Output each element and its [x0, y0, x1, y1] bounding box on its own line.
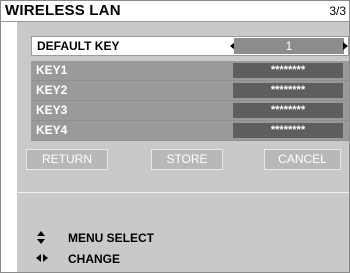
help-menu-select-text: MENU SELECT [68, 231, 155, 245]
key1-row[interactable]: KEY1 ******** [31, 61, 349, 81]
up-down-arrow-icon [36, 231, 48, 245]
settings-panel: DEFAULT KEY 1 KEY1 ******** KEY2 *******… [17, 22, 349, 272]
store-button[interactable]: STORE [151, 149, 223, 170]
menu-title-bar: WIRELESS LAN 3/3 [1, 1, 349, 22]
arrow-right-icon[interactable] [343, 42, 348, 50]
left-right-arrow-icon [36, 252, 48, 266]
help-change-text: CHANGE [68, 252, 121, 266]
key1-value[interactable]: ******** [233, 63, 343, 78]
default-key-label: DEFAULT KEY [37, 39, 120, 53]
key2-label: KEY2 [36, 83, 68, 97]
key4-value[interactable]: ******** [233, 123, 343, 138]
page-indicator: 3/3 [329, 4, 346, 18]
wireless-lan-menu: WIRELESS LAN 3/3 DEFAULT KEY 1 KEY1 ****… [0, 0, 350, 273]
menu-title: WIRELESS LAN [5, 2, 121, 19]
key3-row[interactable]: KEY3 ******** [31, 101, 349, 121]
key2-value[interactable]: ******** [233, 83, 343, 98]
key2-row[interactable]: KEY2 ******** [31, 81, 349, 101]
return-button[interactable]: RETURN [26, 149, 108, 170]
cancel-button[interactable]: CANCEL [264, 149, 341, 170]
help-divider [17, 192, 349, 193]
key3-label: KEY3 [36, 103, 68, 117]
default-key-row[interactable]: DEFAULT KEY 1 [31, 36, 349, 56]
default-key-value[interactable]: 1 [234, 38, 344, 54]
key4-row[interactable]: KEY4 ******** [31, 121, 349, 141]
key3-value[interactable]: ******** [233, 103, 343, 118]
key1-label: KEY1 [36, 63, 68, 77]
key4-label: KEY4 [36, 123, 68, 137]
